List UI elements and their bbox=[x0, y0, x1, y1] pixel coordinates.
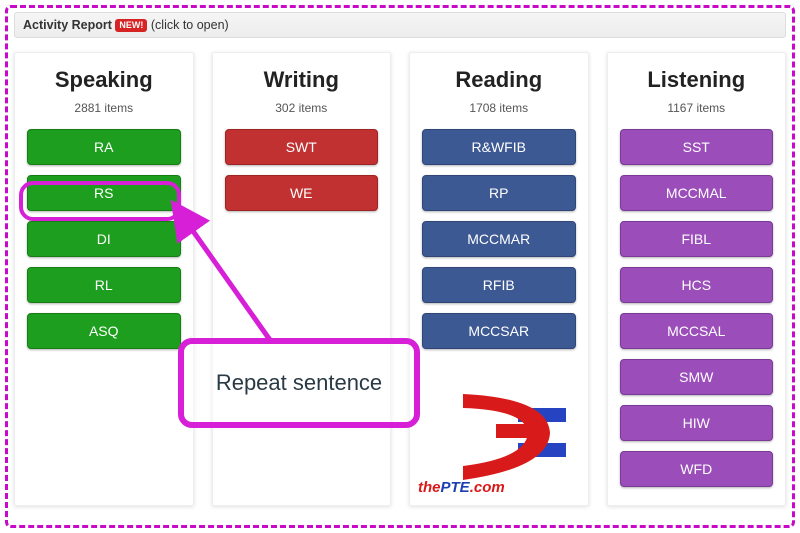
column-writing: Writing 302 items SWT WE bbox=[212, 52, 392, 506]
column-title: Speaking bbox=[27, 67, 181, 93]
btn-di[interactable]: DI bbox=[27, 221, 181, 257]
btn-smw[interactable]: SMW bbox=[620, 359, 774, 395]
callout-repeat-sentence: Repeat sentence bbox=[178, 338, 420, 428]
btn-fibl[interactable]: FIBL bbox=[620, 221, 774, 257]
btn-we[interactable]: WE bbox=[225, 175, 379, 211]
logo-text: thePTE.com bbox=[418, 479, 505, 496]
btn-mccmal[interactable]: MCCMAL bbox=[620, 175, 774, 211]
btn-mccsar[interactable]: MCCSAR bbox=[422, 313, 576, 349]
btn-swt[interactable]: SWT bbox=[225, 129, 379, 165]
thepte-logo: thePTE.com bbox=[408, 388, 598, 496]
column-title: Listening bbox=[620, 67, 774, 93]
column-speaking: Speaking 2881 items RA RS DI RL ASQ bbox=[14, 52, 194, 506]
column-count: 302 items bbox=[225, 101, 379, 115]
btn-rl[interactable]: RL bbox=[27, 267, 181, 303]
btn-mccmar[interactable]: MCCMAR bbox=[422, 221, 576, 257]
btn-hcs[interactable]: HCS bbox=[620, 267, 774, 303]
column-listening: Listening 1167 items SST MCCMAL FIBL HCS… bbox=[607, 52, 787, 506]
new-badge: NEW! bbox=[115, 19, 147, 32]
column-title: Reading bbox=[422, 67, 576, 93]
btn-rfib[interactable]: RFIB bbox=[422, 267, 576, 303]
column-count: 2881 items bbox=[27, 101, 181, 115]
btn-rwfib[interactable]: R&WFIB bbox=[422, 129, 576, 165]
activity-report-title: Activity Report bbox=[23, 18, 112, 32]
category-columns: Speaking 2881 items RA RS DI RL ASQ Writ… bbox=[14, 52, 786, 506]
btn-ra[interactable]: RA bbox=[27, 129, 181, 165]
column-title: Writing bbox=[225, 67, 379, 93]
btn-asq[interactable]: ASQ bbox=[27, 313, 181, 349]
btn-hiw[interactable]: HIW bbox=[620, 405, 774, 441]
btn-rp[interactable]: RP bbox=[422, 175, 576, 211]
activity-report-hint: (click to open) bbox=[151, 18, 229, 32]
callout-text: Repeat sentence bbox=[216, 370, 382, 396]
column-count: 1708 items bbox=[422, 101, 576, 115]
btn-mccsal[interactable]: MCCSAL bbox=[620, 313, 774, 349]
btn-rs[interactable]: RS bbox=[27, 175, 181, 211]
btn-sst[interactable]: SST bbox=[620, 129, 774, 165]
column-count: 1167 items bbox=[620, 101, 774, 115]
activity-report-bar[interactable]: Activity Report NEW! (click to open) bbox=[14, 12, 786, 38]
btn-wfd[interactable]: WFD bbox=[620, 451, 774, 487]
